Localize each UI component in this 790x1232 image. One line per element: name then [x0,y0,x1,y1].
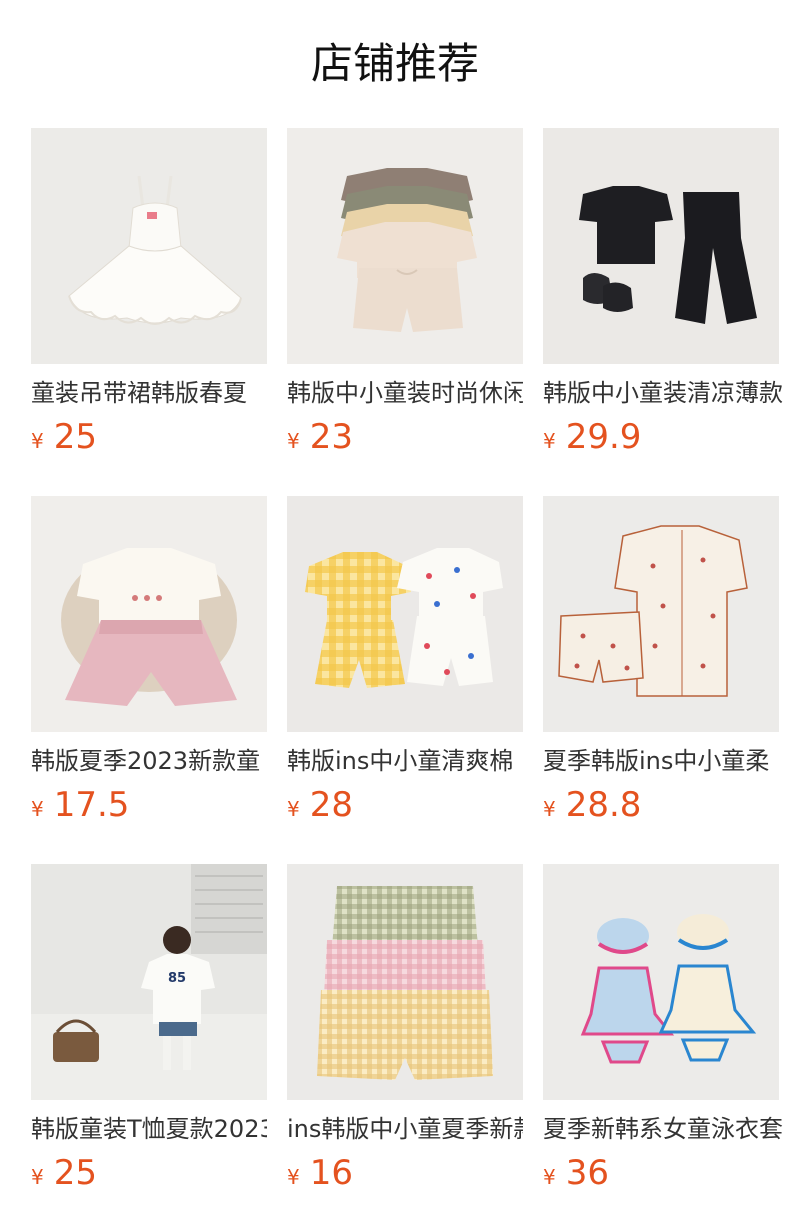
currency-symbol: ¥ [31,797,44,821]
price-value: 29.9 [565,417,642,457]
product-name[interactable]: 韩版中小童装时尚休闲 [287,375,523,411]
currency-symbol: ¥ [287,797,300,821]
currency-symbol: ¥ [543,1165,556,1189]
product-price: ¥17.5 [31,783,129,827]
product-card[interactable]: 韩版中小童装清凉薄款 ¥29.9 [543,128,790,478]
price-value: 17.5 [53,785,130,825]
product-card[interactable]: 韩版中小童装时尚休闲 ¥23 [287,128,523,478]
price-value: 16 [309,1153,353,1193]
product-price: ¥28.8 [543,783,641,827]
pastel-tee-shorts-image[interactable] [287,128,523,364]
product-name[interactable]: 韩版童装T恤夏款2023 [31,1111,267,1147]
product-name[interactable]: 韩版ins中小童清爽棉 [287,743,523,779]
product-card[interactable]: 韩版夏季2023新款童 ¥17.5 [31,496,267,846]
product-name[interactable]: 韩版中小童装清凉薄款 [543,375,790,411]
currency-symbol: ¥ [31,1165,44,1189]
product-name[interactable]: 童装吊带裙韩版春夏 [31,375,267,411]
product-price: ¥25 [31,415,97,459]
product-price: ¥25 [31,1151,97,1195]
yellow-gingham-heart-sets-image[interactable] [287,496,523,732]
girls-swimsuit-image[interactable] [543,864,779,1100]
white-sundress-image[interactable] [31,128,267,364]
white-top-pink-shorts-image[interactable] [31,496,267,732]
product-card[interactable]: 童装吊带裙韩版春夏 ¥25 [31,128,267,478]
black-top-flare-pants-image[interactable] [543,128,779,364]
currency-symbol: ¥ [543,429,556,453]
product-price: ¥36 [543,1151,609,1195]
currency-symbol: ¥ [31,429,44,453]
product-card[interactable]: ins韩版中小童夏季新款 ¥16 [287,864,523,1214]
product-price: ¥29.9 [543,415,641,459]
section-title: 店铺推荐 [310,39,479,88]
girl-85-tshirt-image[interactable]: 85 [31,864,267,1100]
price-value: 23 [309,417,353,457]
product-name[interactable]: ins韩版中小童夏季新款 [287,1111,523,1147]
price-value: 36 [565,1153,609,1193]
product-name[interactable]: 夏季韩版ins中小童柔 [543,743,790,779]
product-card[interactable]: 85 韩版童装T恤夏款2023 ¥25 [31,864,267,1214]
product-card[interactable]: 夏季韩版ins中小童柔 ¥28.8 [543,496,790,846]
plaid-shorts-stack-image[interactable] [287,864,523,1100]
product-name[interactable]: 韩版夏季2023新款童 [31,743,267,779]
floral-cardigan-set-image[interactable] [543,496,779,732]
product-grid: 童装吊带裙韩版春夏 ¥25 韩版中小童装时尚休闲 ¥23 韩版中小童装清凉薄款 … [31,128,790,1232]
product-card[interactable]: 夏季新韩系女童泳衣套 ¥36 [543,864,790,1214]
product-name[interactable]: 夏季新韩系女童泳衣套 [543,1111,790,1147]
svg-text:85: 85 [168,971,186,986]
product-price: ¥28 [287,783,353,827]
product-card[interactable]: 韩版ins中小童清爽棉 ¥28 [287,496,523,846]
price-value: 25 [53,1153,97,1193]
price-value: 28.8 [565,785,642,825]
price-value: 28 [309,785,353,825]
currency-symbol: ¥ [287,429,300,453]
currency-symbol: ¥ [287,1165,300,1189]
price-value: 25 [53,417,97,457]
currency-symbol: ¥ [543,797,556,821]
product-price: ¥23 [287,415,353,459]
product-price: ¥16 [287,1151,353,1195]
